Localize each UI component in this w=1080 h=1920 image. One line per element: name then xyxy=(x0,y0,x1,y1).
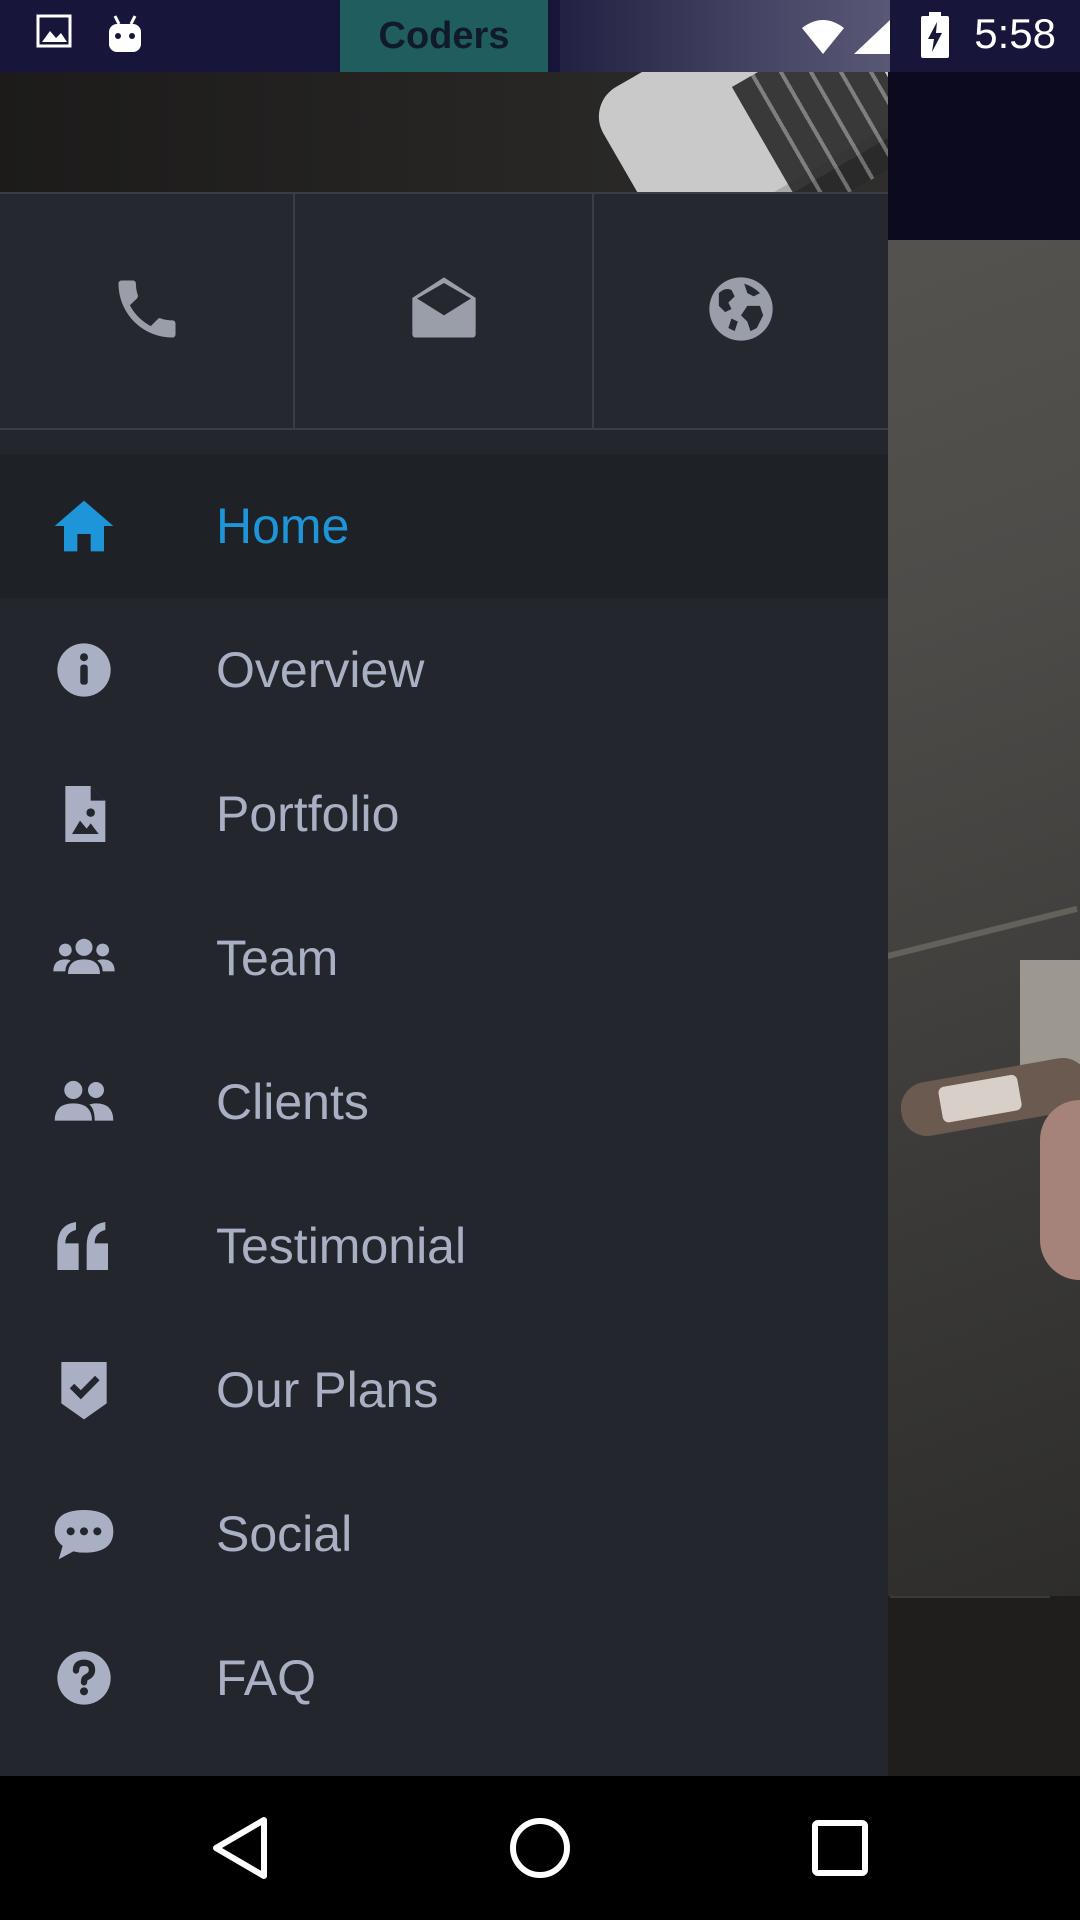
home-circle-icon[interactable] xyxy=(504,1812,576,1884)
status-time: 5:58 xyxy=(974,10,1056,57)
menu-item-home[interactable]: Home xyxy=(0,454,888,598)
file-image-icon xyxy=(52,782,116,846)
menu-item-social[interactable]: Social xyxy=(0,1462,888,1606)
menu-item-label: Home xyxy=(216,498,350,554)
menu-item-label: Social xyxy=(216,1506,353,1562)
question-icon xyxy=(52,1646,116,1710)
menu-item-our-plans[interactable]: Our Plans xyxy=(0,1318,888,1462)
home-icon xyxy=(52,494,116,558)
android-icon xyxy=(106,14,144,59)
menu-item-team[interactable]: Team xyxy=(0,886,888,1030)
drawer-header-image xyxy=(0,72,888,192)
menu-item-clients[interactable]: Clients xyxy=(0,1030,888,1174)
drawer-menu: Home Overview Portfolio Team Clients Tes… xyxy=(0,454,888,1750)
menu-item-label: Team xyxy=(216,930,339,986)
battery-charging-icon xyxy=(920,12,950,63)
system-nav-bar xyxy=(0,1776,1080,1920)
menu-item-label: FAQ xyxy=(216,1650,317,1706)
menu-item-portfolio[interactable]: Portfolio xyxy=(0,742,888,886)
group-icon xyxy=(52,926,116,990)
status-bar: Coders 5:58 xyxy=(0,0,1080,72)
wifi-icon xyxy=(800,18,846,61)
menu-item-label: Clients xyxy=(216,1074,369,1130)
back-icon[interactable] xyxy=(204,1812,276,1884)
menu-item-label: Portfolio xyxy=(216,786,400,842)
website-button[interactable] xyxy=(592,194,888,428)
people-icon xyxy=(52,1070,116,1134)
quote-icon xyxy=(52,1214,116,1278)
menu-item-label: Overview xyxy=(216,642,425,698)
app-chip: Coders xyxy=(340,0,548,72)
menu-item-testimonial[interactable]: Testimonial xyxy=(0,1174,888,1318)
phone-icon xyxy=(109,271,185,352)
chat-icon xyxy=(52,1502,116,1566)
recents-icon[interactable] xyxy=(804,1812,876,1884)
mail-open-icon xyxy=(406,271,482,352)
menu-item-overview[interactable]: Overview xyxy=(0,598,888,742)
globe-icon xyxy=(703,271,779,352)
info-icon xyxy=(52,638,116,702)
email-button[interactable] xyxy=(293,194,592,428)
badge-check-icon xyxy=(52,1358,116,1422)
navigation-drawer: Home Overview Portfolio Team Clients Tes… xyxy=(0,0,888,1776)
menu-item-label: Testimonial xyxy=(216,1218,467,1274)
menu-item-label: Our Plans xyxy=(216,1362,439,1418)
signal-icon xyxy=(852,18,892,61)
contact-actions xyxy=(0,192,888,430)
menu-item-faq[interactable]: FAQ xyxy=(0,1606,888,1750)
image-icon xyxy=(36,14,72,53)
call-button[interactable] xyxy=(0,194,293,428)
